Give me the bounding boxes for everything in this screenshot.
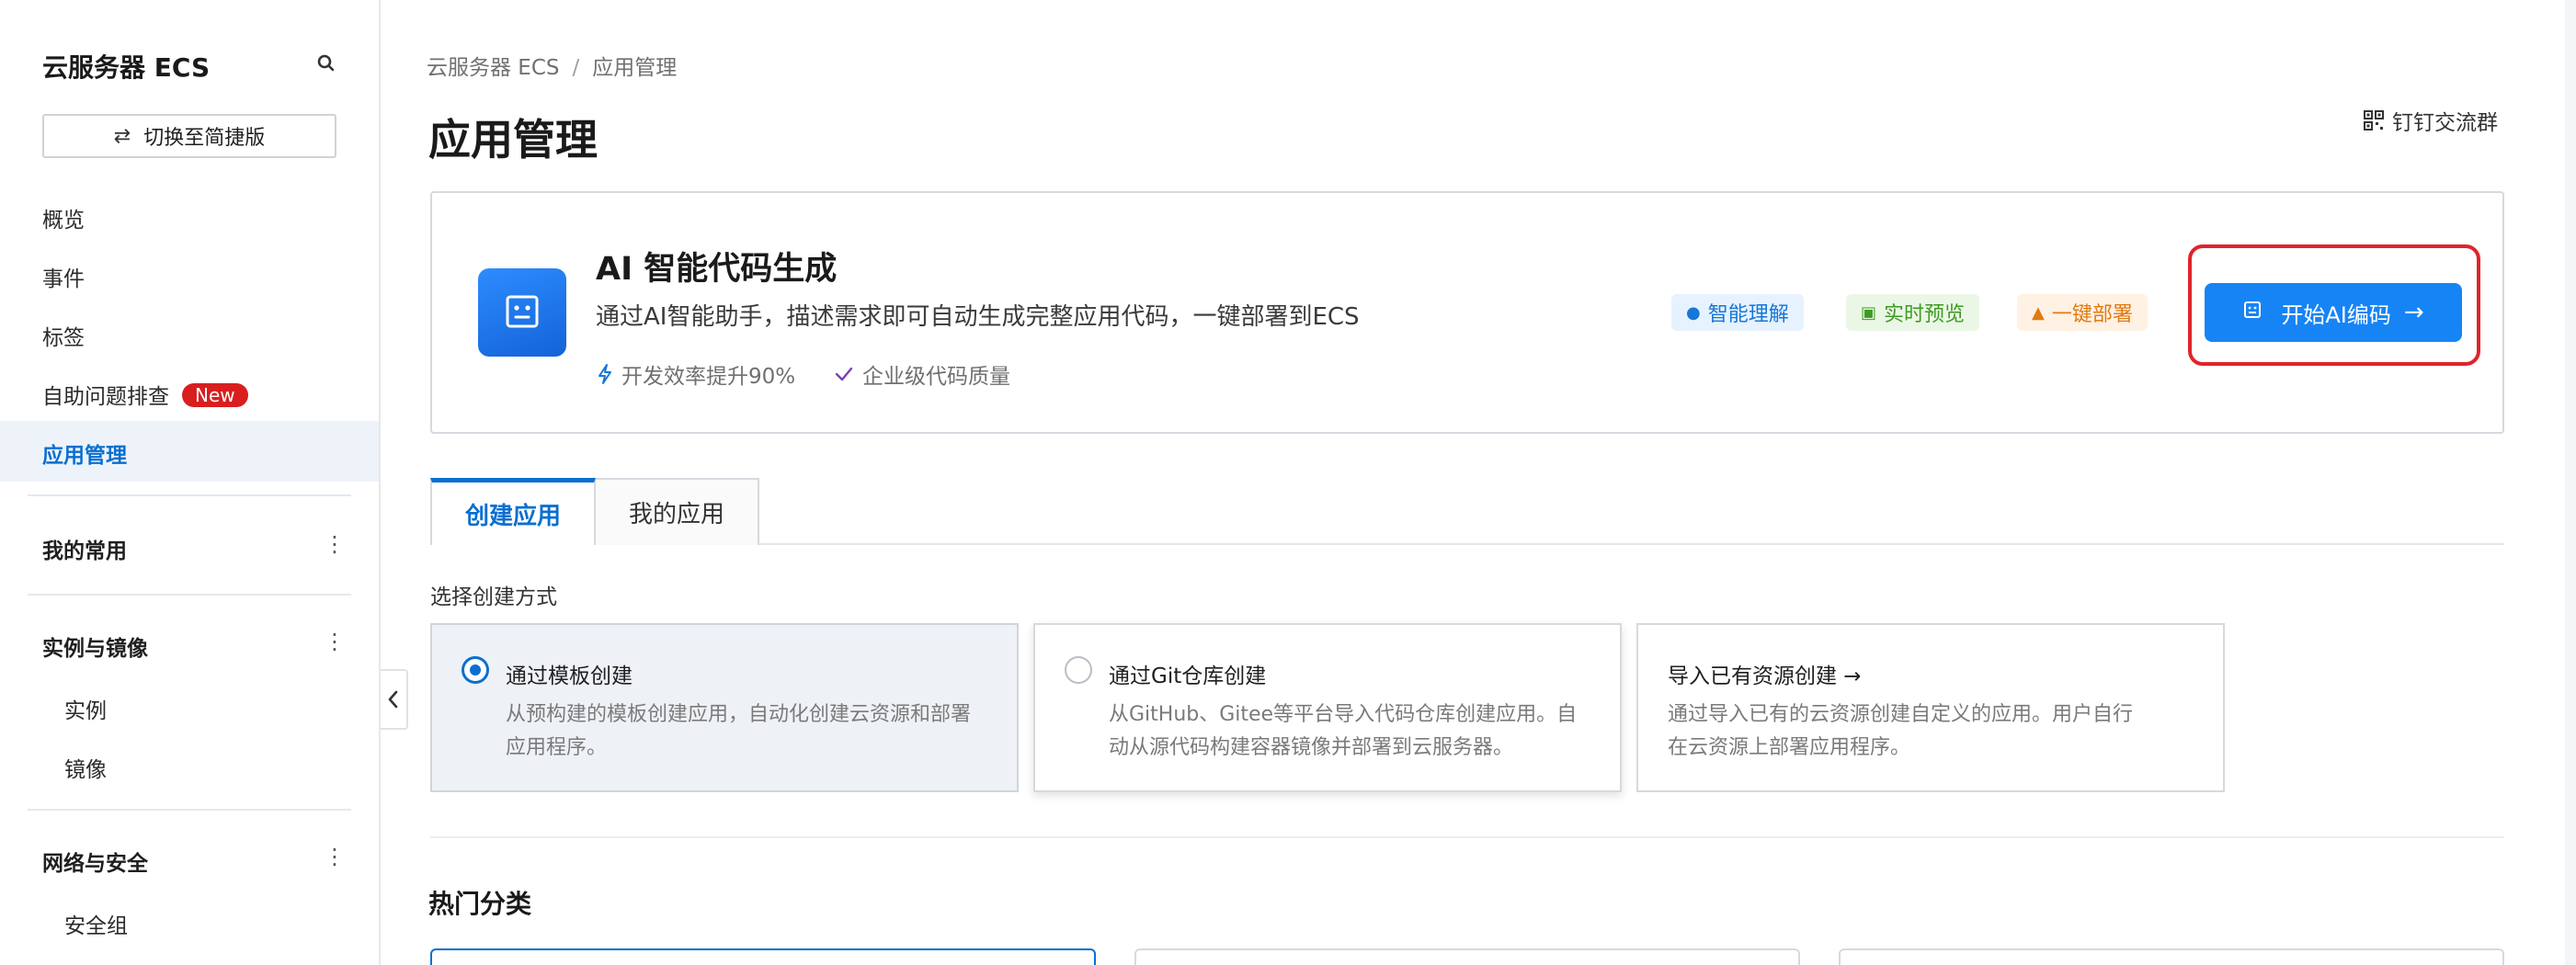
window-edge [2565,0,2576,965]
dingtalk-label: 钉钉交流群 [2392,111,2498,135]
radio-unselected[interactable] [1065,656,1092,684]
arrow-right-icon: → [2403,299,2424,326]
ai-card-title: AI 智能代码生成 [596,251,838,288]
sidebar-item-images[interactable]: 镜像 [64,752,107,783]
sidebar-group-network-security[interactable]: 网络与安全 [42,846,148,877]
sidebar-item-instances[interactable]: 实例 [64,693,107,724]
option-description: 从GitHub、Gitee等平台导入代码仓库创建应用。自动从源代码构建容器镜像并… [1109,703,1578,759]
check-icon [835,367,853,381]
sidebar: 云服务器 ECS ⇄ 切换至简捷版 概览 事件 标签 自助问题排查 New 应用管… [0,0,381,965]
button-label: 开始AI编码 [2281,301,2391,328]
bulb-icon: ● [1686,302,1701,323]
tab-my-apps[interactable]: 我的应用 [596,478,759,545]
more-icon[interactable]: ⋮ [324,533,346,555]
option-title[interactable]: 导入已有资源创建 → [1668,658,1862,689]
option-title: 通过Git仓库创建 [1109,664,1267,688]
hot-category-card[interactable] [430,948,1096,965]
new-badge: New [182,383,248,407]
tag-label: 一键部署 [2051,303,2133,326]
sidebar-divider [28,809,351,811]
collapse-sidebar-button[interactable] [381,669,408,730]
option-title: 通过模板创建 [506,664,633,688]
section-divider [430,836,2504,838]
radio-selected[interactable] [462,656,489,684]
feature-label: 开发效率提升90% [621,365,796,389]
sidebar-title: 云服务器 ECS [42,52,211,83]
option-template[interactable]: 通过模板创建 从预构建的模板创建应用，自动化创建云资源和部署应用程序。 [430,623,1019,792]
tag-one-click-deploy: ▲ 一键部署 [2017,294,2148,331]
hot-categories-title: 热门分类 [428,889,532,919]
breadcrumb-current: 应用管理 [592,56,678,80]
sidebar-item-app-management[interactable]: 应用管理 [42,437,127,469]
tag-label: 实时预览 [1884,303,1966,326]
sidebar-divider [28,494,351,496]
search-icon[interactable] [313,50,340,77]
robot-icon [478,268,566,357]
create-method-label: 选择创建方式 [430,585,557,609]
tag-label: 智能理解 [1707,303,1789,326]
switch-icon: ⇄ [113,124,131,148]
start-ai-coding-button[interactable]: 开始AI编码 → [2205,283,2462,342]
option-import-resources[interactable]: 导入已有资源创建 → 通过导入已有的云资源创建自定义的应用。用户自行在云资源上部… [1636,623,2225,792]
sidebar-item-tags[interactable]: 标签 [42,320,85,351]
sidebar-group-favorites[interactable]: 我的常用 [42,533,127,564]
sidebar-group-instances-images[interactable]: 实例与镜像 [42,630,148,662]
option-description: 从预构建的模板创建应用，自动化创建云资源和部署应用程序。 [506,703,972,759]
tag-realtime-preview: ▣ 实时预览 [1846,294,1980,331]
option-description: 通过导入已有的云资源创建自定义的应用。用户自行在云资源上部署应用程序。 [1668,703,2134,759]
robot-icon [2242,300,2263,325]
switch-to-simple-button[interactable]: ⇄ 切换至简捷版 [42,114,336,158]
ai-card-description: 通过AI智能助手，描述需求即可自动生成完整应用代码，一键部署到ECS [596,303,1360,331]
sidebar-item-troubleshoot[interactable]: 自助问题排查 New [42,379,248,410]
sidebar-divider [28,594,351,596]
sidebar-item-events[interactable]: 事件 [42,261,85,292]
tab-create-app[interactable]: 创建应用 [430,478,596,545]
dingtalk-group-link[interactable]: 钉钉交流群 [2363,105,2498,136]
feature-label: 企业级代码质量 [862,365,1010,389]
hot-category-card[interactable] [1839,948,2504,965]
hot-category-card[interactable] [1134,948,1800,965]
feature-efficiency: 开发效率提升90% [596,358,795,390]
feature-quality: 企业级代码质量 [833,358,1010,390]
qrcode-icon [2364,110,2384,131]
breadcrumb: 云服务器 ECS / 应用管理 [427,50,677,81]
ai-code-generation-card: AI 智能代码生成 通过AI智能助手，描述需求即可自动生成完整应用代码，一键部署… [430,191,2504,434]
breadcrumb-root[interactable]: 云服务器 ECS [427,56,560,80]
sidebar-item-security-group[interactable]: 安全组 [64,908,128,939]
sidebar-item-overview[interactable]: 概览 [42,202,85,233]
switch-label: 切换至简捷版 [143,127,266,150]
more-icon[interactable]: ⋮ [324,630,346,653]
page-title: 应用管理 [428,115,598,165]
rocket-icon: ▲ [2032,302,2045,323]
option-git-repo[interactable]: 通过Git仓库创建 从GitHub、Gitee等平台导入代码仓库创建应用。自动从… [1033,623,1622,792]
breadcrumb-separator: / [572,56,580,80]
chevron-left-icon [388,690,398,709]
sidebar-item-label: 自助问题排查 [42,385,169,409]
terminal-icon: ▣ [1861,302,1877,323]
bolt-icon [598,364,611,384]
tag-smart-understanding: ● 智能理解 [1671,294,1804,331]
more-icon[interactable]: ⋮ [324,846,346,868]
